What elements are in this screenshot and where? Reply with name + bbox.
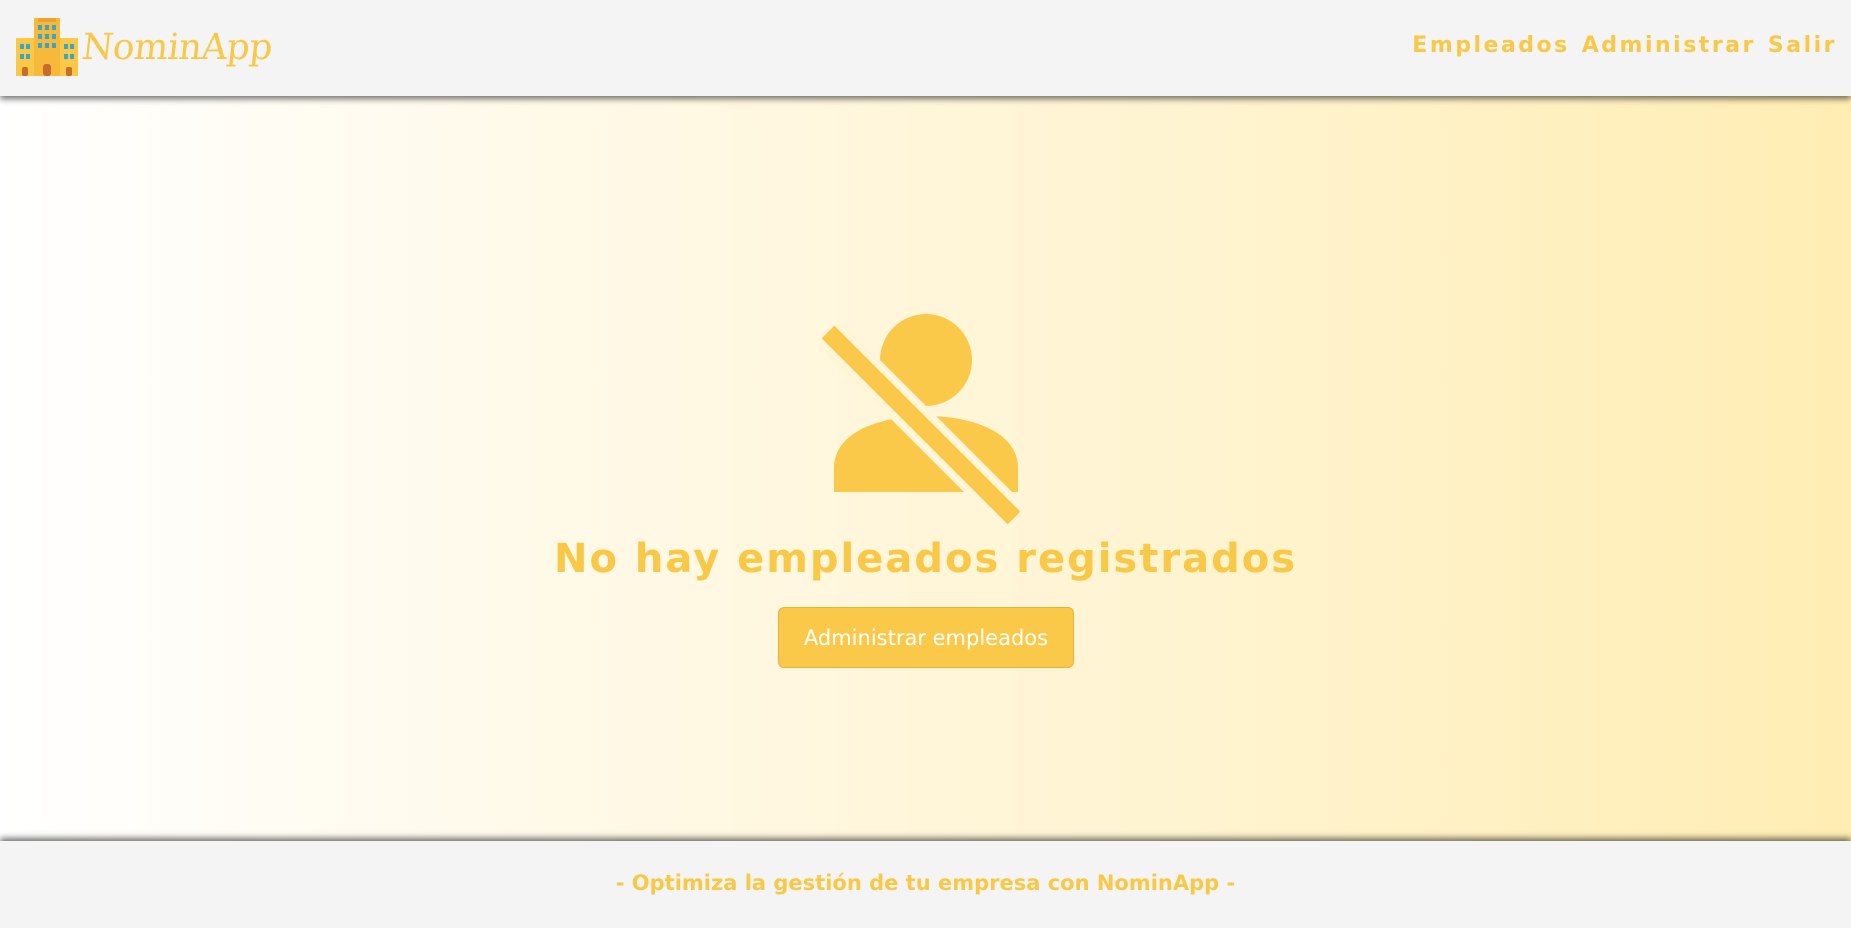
logo-text: NominApp	[79, 26, 275, 68]
manage-employees-button[interactable]: Administrar empleados	[778, 607, 1074, 668]
empty-state: No hay empleados registrados Administrar…	[0, 96, 1851, 841]
nav-empleados[interactable]: Empleados	[1412, 33, 1569, 58]
nav-administrar[interactable]: Administrar	[1582, 33, 1756, 58]
app-logo[interactable]: NominApp	[16, 18, 275, 76]
person-off-icon	[815, 314, 1027, 531]
building-icon	[16, 18, 78, 76]
app-header: NominApp Empleados Administrar Salir	[0, 0, 1851, 96]
main-nav: Empleados Administrar Salir	[1412, 33, 1837, 58]
app-footer: - Optimiza la gestión de tu empresa con …	[0, 841, 1851, 928]
empty-icon-wrap	[815, 304, 1027, 532]
main-content: No hay empleados registrados Administrar…	[0, 96, 1851, 841]
empty-state-title: No hay empleados registrados	[553, 536, 1297, 582]
nav-salir[interactable]: Salir	[1768, 33, 1837, 58]
footer-tagline: - Optimiza la gestión de tu empresa con …	[615, 871, 1236, 895]
